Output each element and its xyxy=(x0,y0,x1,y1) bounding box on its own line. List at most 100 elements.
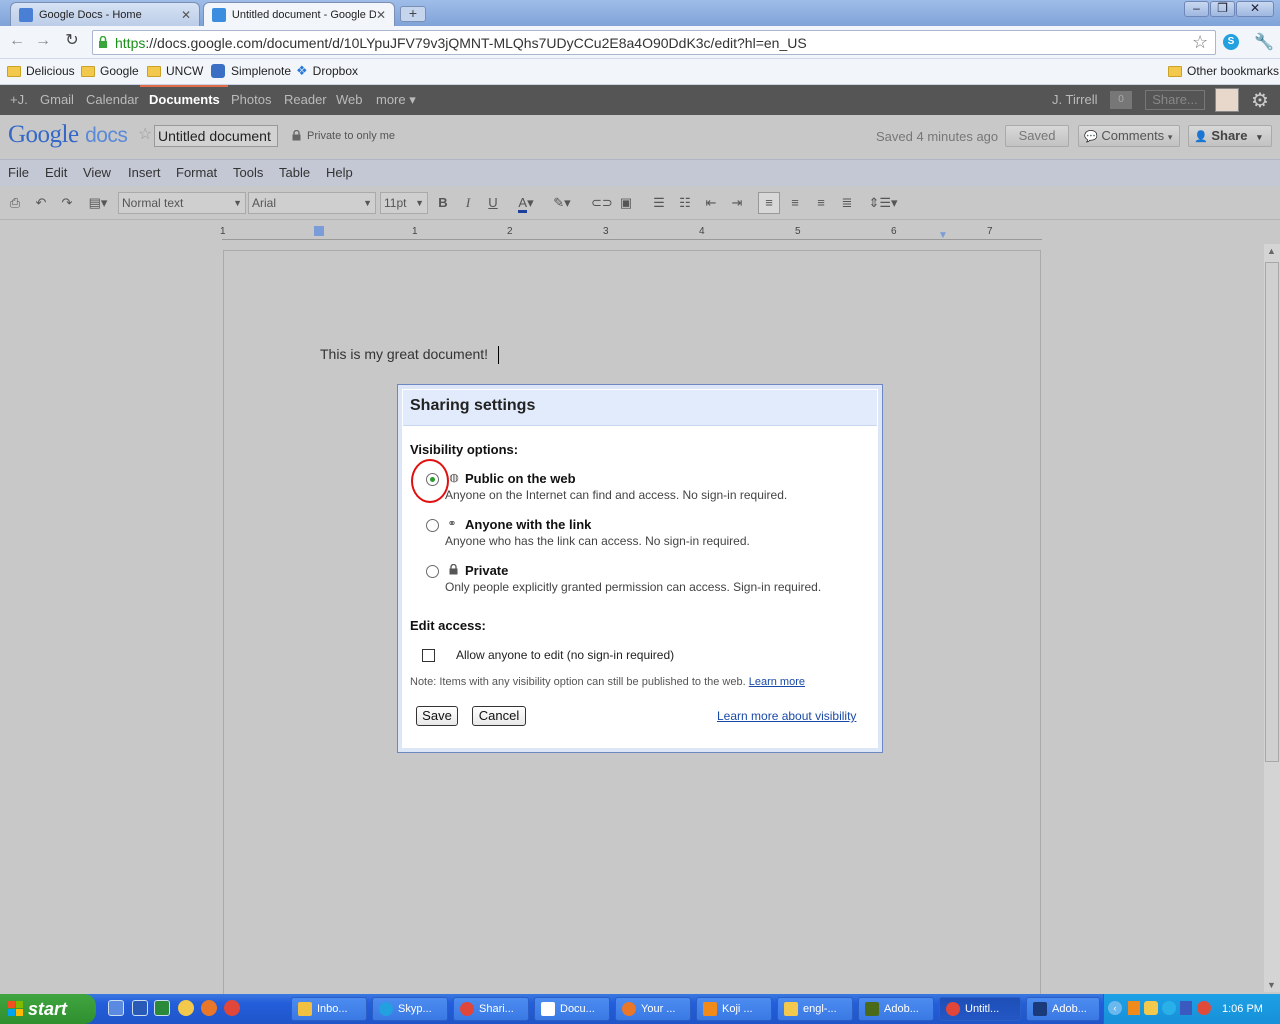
task-adobe-photoshop[interactable]: Adob... xyxy=(1026,997,1100,1021)
task-sharing[interactable]: Shari... xyxy=(453,997,529,1021)
gbar-more[interactable]: more ▾ xyxy=(376,92,416,108)
quicklaunch-excel-icon[interactable] xyxy=(154,1000,170,1016)
bookmark-star-icon[interactable]: ☆ xyxy=(1192,32,1208,53)
browser-tab-untitled-document[interactable]: Untitled document - Google Do ✕ xyxy=(203,2,395,26)
font-size-select[interactable]: 11pt ▼ xyxy=(380,192,428,214)
justify-icon[interactable]: ≣ xyxy=(838,194,856,212)
menu-help[interactable]: Help xyxy=(326,165,353,180)
underline-icon[interactable]: U xyxy=(484,194,502,212)
increase-indent-icon[interactable]: ⇥ xyxy=(728,194,746,212)
task-adobe-dreamweaver[interactable]: Adob... xyxy=(858,997,934,1021)
radio-anyone-with-link[interactable] xyxy=(426,519,439,532)
numbered-list-icon[interactable]: ☰ xyxy=(650,194,668,212)
back-icon[interactable]: ← xyxy=(6,31,28,51)
print-icon[interactable]: ⎙ xyxy=(6,194,24,212)
menu-edit[interactable]: Edit xyxy=(45,165,67,180)
scrollbar-thumb[interactable] xyxy=(1265,262,1279,762)
gear-icon[interactable]: ⚙ xyxy=(1251,88,1269,113)
gbar-photos[interactable]: Photos xyxy=(231,92,271,107)
bookmark-google[interactable]: Google xyxy=(81,63,139,79)
gbar-documents[interactable]: Documents xyxy=(149,92,220,107)
task-document[interactable]: Docu... xyxy=(534,997,610,1021)
learn-more-visibility-link[interactable]: Learn more about visibility xyxy=(717,709,856,723)
cancel-button[interactable]: Cancel xyxy=(472,706,526,726)
bookmark-uncw[interactable]: UNCW xyxy=(147,63,203,79)
menu-view[interactable]: View xyxy=(83,165,111,180)
avatar[interactable] xyxy=(1215,88,1239,112)
tab-close-icon[interactable]: ✕ xyxy=(181,8,191,22)
scroll-down-icon[interactable]: ▼ xyxy=(1267,980,1276,990)
google-docs-logo[interactable]: Google docs xyxy=(8,120,128,149)
taskbar-clock[interactable]: 1:06 PM xyxy=(1222,1003,1263,1015)
quicklaunch-chrome-icon[interactable] xyxy=(224,1000,240,1016)
left-indent-marker[interactable] xyxy=(314,226,324,236)
text-color-icon[interactable]: A▾ xyxy=(512,194,540,213)
tab-close-icon[interactable]: ✕ xyxy=(376,8,386,22)
bold-icon[interactable]: B xyxy=(434,194,452,212)
menu-tools[interactable]: Tools xyxy=(233,165,263,180)
italic-icon[interactable]: I xyxy=(459,194,477,212)
privacy-status[interactable]: Private to only me xyxy=(307,130,395,142)
document-title-field[interactable]: Untitled document xyxy=(154,125,278,147)
allow-edit-checkbox[interactable] xyxy=(422,649,435,662)
menu-insert[interactable]: Insert xyxy=(128,165,161,180)
document-body-text[interactable]: This is my great document! xyxy=(320,346,488,362)
start-button[interactable]: start xyxy=(0,994,96,1024)
gbar-user-name[interactable]: J. Tirrell xyxy=(1052,92,1098,107)
reload-icon[interactable]: ↻ xyxy=(61,31,83,51)
task-skype[interactable]: Skyp... xyxy=(372,997,448,1021)
quicklaunch-desktop-icon[interactable] xyxy=(108,1000,124,1016)
tray-network-icon[interactable] xyxy=(1180,1001,1192,1015)
gbar-web[interactable]: Web xyxy=(336,92,363,107)
tray-vlc-icon[interactable] xyxy=(1128,1001,1140,1015)
link-icon[interactable]: ⊂⊃ xyxy=(591,194,613,212)
decrease-indent-icon[interactable]: ⇤ xyxy=(702,194,720,212)
font-select[interactable]: Arial ▼ xyxy=(248,192,376,214)
bookmark-other[interactable]: Other bookmarks xyxy=(1168,63,1279,79)
option-public-title[interactable]: Public on the web xyxy=(465,471,576,486)
restore-button[interactable]: ❐ xyxy=(1210,1,1235,17)
task-engl-folder[interactable]: engl-... xyxy=(777,997,853,1021)
share-button[interactable]: 👤 Share ▾ xyxy=(1188,125,1272,147)
paint-format-icon[interactable]: ▤▾ xyxy=(84,194,112,212)
notification-count[interactable]: 0 xyxy=(1110,91,1132,109)
task-your[interactable]: Your ... xyxy=(615,997,691,1021)
scroll-up-icon[interactable]: ▲ xyxy=(1267,246,1276,256)
option-private-title[interactable]: Private xyxy=(465,563,508,578)
option-link-title[interactable]: Anyone with the link xyxy=(465,517,591,532)
redo-icon[interactable]: ↷ xyxy=(58,194,76,212)
highlight-color-icon[interactable]: ✎▾ xyxy=(548,194,576,212)
task-inbox[interactable]: Inbo... xyxy=(291,997,367,1021)
star-icon[interactable]: ☆ xyxy=(138,124,152,144)
tray-skype-icon[interactable] xyxy=(1162,1001,1176,1015)
gbar-gmail[interactable]: Gmail xyxy=(40,92,74,107)
align-center-icon[interactable]: ≡ xyxy=(786,194,804,212)
new-tab-button[interactable]: + xyxy=(400,6,426,22)
line-spacing-icon[interactable]: ⇕☰▾ xyxy=(868,194,898,212)
paragraph-style-select[interactable]: Normal text ▼ xyxy=(118,192,246,214)
menu-table[interactable]: Table xyxy=(279,165,310,180)
saved-button[interactable]: Saved xyxy=(1005,125,1069,147)
comments-button[interactable]: 💬 Comments ▾ xyxy=(1078,125,1180,147)
tray-chrome-icon[interactable] xyxy=(1197,1001,1211,1015)
gbar-calendar[interactable]: Calendar xyxy=(86,92,139,107)
close-window-button[interactable]: ✕ xyxy=(1236,1,1274,17)
gbar-share-button[interactable]: Share... xyxy=(1145,90,1205,110)
bookmark-simplenote[interactable]: Simplenote xyxy=(211,63,291,79)
align-right-icon[interactable]: ≡ xyxy=(812,194,830,212)
radio-private[interactable] xyxy=(426,565,439,578)
minimize-button[interactable]: – xyxy=(1184,1,1209,17)
quicklaunch-word-icon[interactable] xyxy=(132,1000,148,1016)
right-indent-marker[interactable]: ▼ xyxy=(938,230,948,241)
menu-file[interactable]: File xyxy=(8,165,29,180)
undo-icon[interactable]: ↶ xyxy=(32,194,50,212)
learn-more-link[interactable]: Learn more xyxy=(749,676,805,688)
task-koji[interactable]: Koji ... xyxy=(696,997,772,1021)
tray-mail-icon[interactable] xyxy=(1144,1001,1158,1015)
gbar-reader[interactable]: Reader xyxy=(284,92,327,107)
allow-edit-label[interactable]: Allow anyone to edit (no sign-in require… xyxy=(456,648,674,662)
quicklaunch-folder-icon[interactable] xyxy=(178,1000,194,1016)
align-left-icon[interactable]: ≡ xyxy=(758,192,780,214)
address-bar[interactable]: https://docs.google.com/document/d/10LYp… xyxy=(92,30,1216,55)
insert-image-icon[interactable]: ▣ xyxy=(617,194,635,212)
